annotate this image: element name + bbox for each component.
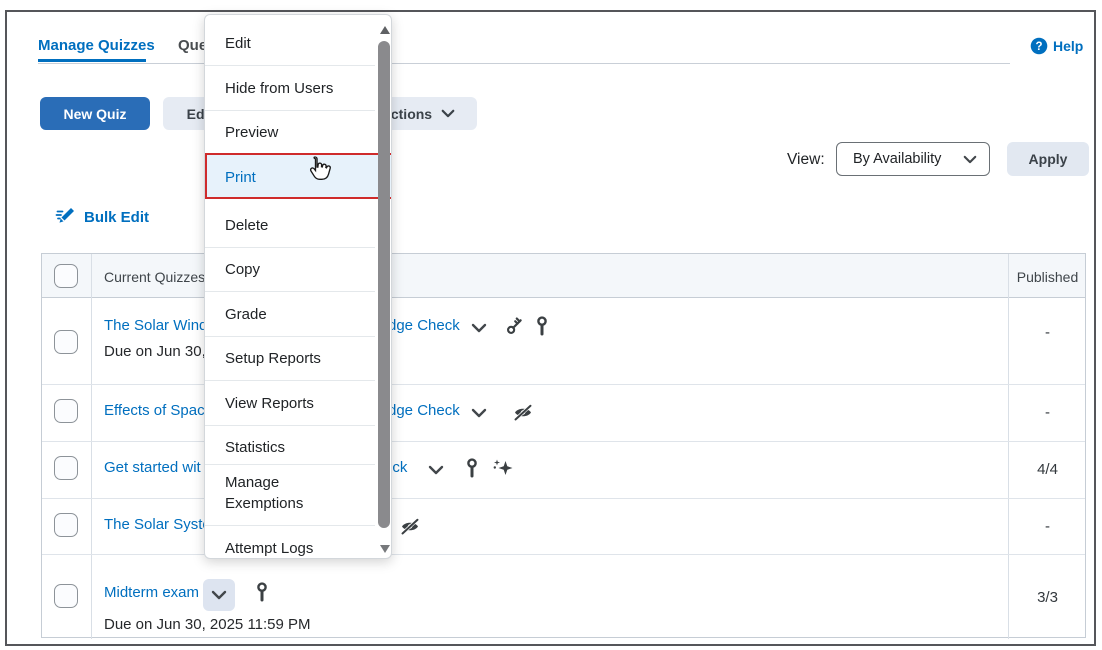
menu-item-edit[interactable]: Edit (225, 33, 353, 54)
published-value: 3/3 (1008, 589, 1087, 606)
menu-item-preview[interactable]: Preview (225, 122, 353, 143)
active-tab-underline (38, 59, 146, 62)
menu-divider (205, 380, 375, 381)
menu-item-setup-reports[interactable]: Setup Reports (225, 348, 353, 369)
scrollbar-thumb[interactable] (378, 41, 390, 528)
svg-text:?: ? (1035, 41, 1042, 53)
select-all-checkbox[interactable] (54, 264, 78, 288)
column-header-quizzes: Current Quizzes (104, 269, 205, 285)
view-select-value: By Availability (853, 151, 963, 167)
hidden-eye-icon (399, 518, 421, 535)
quiz-link[interactable]: Midterm exam (104, 584, 199, 601)
view-select[interactable]: By Availability (836, 142, 990, 176)
manage-quizzes-page: Manage Quizzes Question Library ? Help N… (0, 0, 1102, 650)
chevron-down-icon (211, 590, 227, 600)
menu-item-manage-exemptions[interactable]: Manage Exemptions (225, 472, 330, 514)
quiz-link-continued[interactable]: dge Check (388, 317, 460, 334)
published-value: 4/4 (1008, 461, 1087, 478)
row-divider (42, 384, 1085, 385)
tab-manage-quizzes[interactable]: Manage Quizzes (38, 37, 155, 54)
menu-divider (205, 65, 375, 66)
quiz-link[interactable]: Effects of Space (104, 402, 213, 419)
menu-divider (205, 110, 375, 111)
password-key-icon (534, 315, 550, 337)
menu-item-statistics[interactable]: Statistics (225, 437, 353, 458)
menu-item-view-reports[interactable]: View Reports (225, 393, 353, 414)
scrollbar-up-arrow[interactable] (380, 26, 390, 34)
quiz-link[interactable]: The Solar Syste (104, 516, 211, 533)
row-divider (42, 498, 1085, 499)
column-header-published: Published (1008, 269, 1087, 285)
published-value: - (1008, 518, 1087, 535)
tab-divider (38, 63, 1010, 64)
menu-divider (205, 464, 375, 465)
quiz-link[interactable]: The Solar Wind (104, 317, 207, 334)
view-label: View: (787, 151, 825, 169)
row-divider (42, 554, 1085, 555)
bulk-edit-pencil-icon (55, 207, 77, 227)
due-date: Due on Jun 30, (104, 343, 206, 360)
row-checkbox[interactable] (54, 513, 78, 537)
hidden-eye-icon (512, 404, 534, 421)
password-key-icon (254, 581, 270, 603)
menu-divider (205, 425, 375, 426)
bulk-edit-link[interactable]: Bulk Edit (55, 207, 149, 227)
chevron-down-icon[interactable] (428, 465, 444, 475)
bulk-edit-label: Bulk Edit (84, 209, 149, 226)
apply-button[interactable]: Apply (1007, 142, 1089, 176)
help-label: Help (1053, 38, 1083, 54)
due-date: Due on Jun 30, 2025 11:59 PM (104, 616, 311, 633)
row-divider (42, 441, 1085, 442)
row-checkbox[interactable] (54, 399, 78, 423)
chevron-down-icon (441, 109, 455, 118)
row-checkbox[interactable] (54, 456, 78, 480)
chevron-down-icon[interactable] (471, 323, 487, 333)
sparkle-icon (492, 458, 514, 478)
column-divider (91, 254, 92, 639)
new-quiz-button[interactable]: New Quiz (40, 97, 150, 130)
chevron-down-icon (963, 155, 977, 164)
menu-item-grade[interactable]: Grade (225, 304, 353, 325)
menu-divider (205, 336, 375, 337)
menu-divider (205, 247, 375, 248)
quiz-link[interactable]: Get started wit (104, 459, 201, 476)
menu-divider (205, 525, 375, 526)
quizzes-table: Current Quizzes Published The Solar Wind… (41, 253, 1086, 638)
published-value: - (1008, 404, 1087, 421)
quiz-context-menu: Edit Hide from Users Preview Print Delet… (204, 14, 392, 559)
menu-item-copy[interactable]: Copy (225, 259, 353, 280)
row-checkbox[interactable] (54, 584, 78, 608)
menu-item-delete[interactable]: Delete (225, 215, 353, 236)
chevron-down-icon[interactable] (471, 408, 487, 418)
menu-item-attempt-logs[interactable]: Attempt Logs (225, 538, 353, 559)
row-checkbox[interactable] (54, 330, 78, 354)
question-circle-icon: ? (1030, 37, 1048, 55)
column-divider (1008, 254, 1009, 639)
help-link[interactable]: ? Help (1030, 37, 1083, 55)
key-icon (504, 315, 526, 337)
quiz-link-continued[interactable]: dge Check (388, 402, 460, 419)
menu-item-print[interactable]: Print (225, 167, 353, 188)
password-key-icon (464, 457, 480, 479)
scrollbar-down-arrow[interactable] (380, 545, 390, 553)
published-value: - (1008, 324, 1087, 341)
menu-item-hide-from-users[interactable]: Hide from Users (225, 78, 353, 99)
menu-divider (205, 291, 375, 292)
quiz-actions-dropdown-open[interactable] (203, 579, 235, 611)
